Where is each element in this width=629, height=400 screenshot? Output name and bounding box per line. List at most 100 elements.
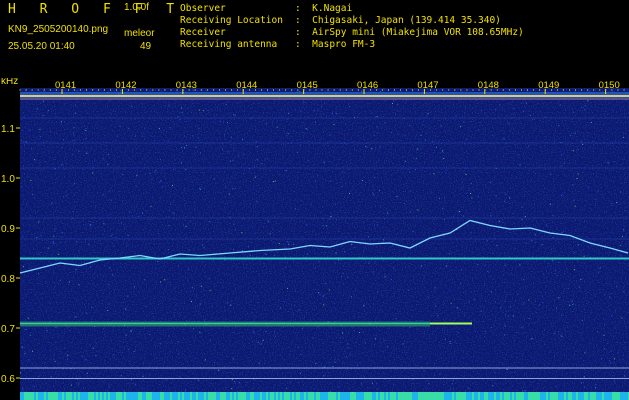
noise-speck [490, 327, 492, 329]
bottom-noise-strip [448, 392, 450, 400]
bottom-noise-strip [478, 392, 480, 400]
noise-speck [373, 193, 375, 195]
noise-speck [477, 263, 479, 265]
noise-speck [55, 228, 57, 230]
noise-speck [223, 133, 225, 135]
noise-speck [545, 116, 547, 118]
bottom-noise-strip [464, 392, 466, 400]
noise-speck [555, 385, 557, 387]
bottom-noise-strip [588, 392, 590, 400]
noise-speck [228, 193, 230, 195]
noise-speck [521, 327, 523, 329]
bottom-noise-strip [210, 392, 212, 400]
bottom-noise-strip [350, 392, 352, 400]
noise-speck [347, 276, 349, 278]
bottom-noise-strip [162, 392, 164, 400]
noise-speck [587, 100, 589, 102]
bottom-noise-strip [600, 392, 602, 400]
noise-speck [67, 358, 68, 360]
bottom-noise-strip [312, 392, 314, 400]
noise-speck [376, 126, 378, 128]
noise-speck [222, 148, 224, 150]
bottom-noise-strip [572, 392, 574, 400]
bottom-noise-strip [24, 392, 26, 400]
noise-speck [120, 375, 122, 377]
observer-value: : K.Nagai [295, 3, 353, 14]
noise-speck [349, 354, 351, 356]
bottom-noise-strip [568, 392, 570, 400]
bottom-noise-strip [438, 392, 440, 400]
bottom-noise-strip [254, 392, 256, 400]
bottom-noise-strip [216, 392, 218, 400]
noise-speck [184, 147, 186, 149]
bottom-noise-strip [374, 392, 376, 400]
noise-speck [541, 244, 543, 245]
bottom-noise-strip [164, 392, 166, 400]
bottom-noise-strip [84, 392, 86, 400]
noise-speck [195, 146, 197, 148]
noise-speck [459, 126, 461, 128]
noise-speck [135, 185, 137, 187]
noise-speck [572, 150, 574, 152]
bottom-noise-strip [184, 392, 186, 400]
bottom-noise-strip [256, 392, 258, 400]
noise-speck [299, 145, 301, 146]
bottom-noise-strip [250, 392, 252, 400]
noise-speck [265, 254, 267, 256]
noise-speck [260, 343, 262, 345]
bottom-noise-strip [414, 392, 416, 400]
noise-speck [367, 236, 369, 238]
bottom-noise-strip [112, 392, 114, 400]
noise-speck [374, 338, 376, 340]
noise-speck [95, 354, 97, 356]
bottom-noise-strip [522, 392, 524, 400]
bottom-noise-strip [528, 392, 530, 400]
noise-speck [384, 122, 386, 124]
bottom-noise-strip [612, 392, 614, 400]
noise-speck [134, 383, 136, 385]
bottom-noise-strip [316, 392, 318, 400]
bottom-noise-strip [174, 392, 176, 400]
noise-speck [117, 135, 119, 137]
noise-speck [452, 379, 454, 381]
noise-speck [25, 141, 27, 143]
noise-speck [434, 287, 436, 289]
noise-speck [346, 356, 348, 358]
noise-speck [572, 304, 574, 305]
bottom-noise-strip [498, 392, 500, 400]
noise-speck [449, 340, 451, 342]
noise-speck [86, 152, 88, 154]
noise-speck [463, 121, 465, 123]
noise-speck [366, 146, 368, 148]
noise-speck [253, 331, 255, 333]
bottom-noise-strip [146, 392, 148, 400]
noise-speck [74, 104, 76, 106]
noise-speck [233, 249, 235, 250]
noise-speck [487, 270, 489, 272]
noise-speck [131, 105, 133, 107]
noise-speck [75, 112, 77, 114]
noise-speck [581, 107, 583, 108]
noise-speck [61, 146, 63, 148]
noise-speck [577, 149, 579, 151]
bottom-noise-strip [472, 392, 474, 400]
bottom-noise-strip [88, 392, 90, 400]
noise-speck [317, 326, 319, 328]
noise-speck [492, 135, 494, 137]
noise-speck [470, 193, 471, 194]
bottom-noise-strip [208, 392, 210, 400]
bottom-noise-strip [382, 392, 384, 400]
bottom-noise-strip [330, 392, 332, 400]
noise-speck [595, 198, 597, 200]
bottom-noise-strip [298, 392, 300, 400]
bottom-noise-strip [218, 392, 220, 400]
noise-speck [86, 312, 88, 314]
noise-speck [622, 235, 623, 237]
noise-speck [25, 328, 27, 330]
noise-speck [261, 163, 263, 165]
noise-speck [42, 114, 44, 116]
x-tick-label: 0147 [417, 80, 438, 91]
bottom-noise-strip [240, 392, 242, 400]
bottom-noise-strip [308, 392, 310, 400]
bottom-noise-strip [92, 392, 94, 400]
